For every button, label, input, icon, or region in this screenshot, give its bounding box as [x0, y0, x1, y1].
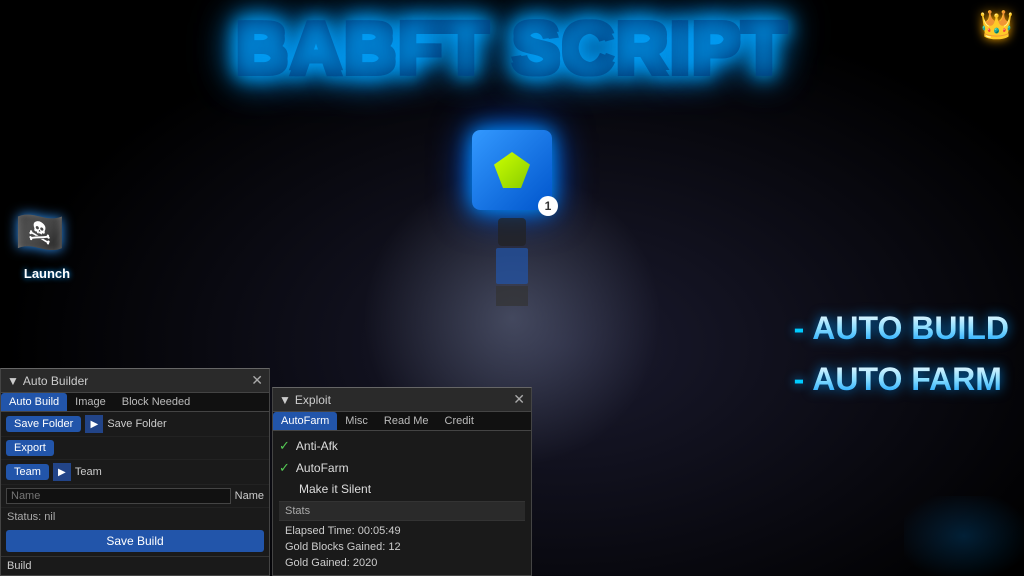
make-silent-label: Make it Silent	[299, 482, 371, 496]
exploit-tabs: AutoFarm Misc Read Me Credit	[273, 412, 531, 431]
export-row: Export	[1, 437, 269, 460]
team-value: Team	[75, 466, 102, 478]
gem-diamond	[494, 152, 530, 188]
make-silent-row: Make it Silent	[279, 479, 525, 499]
char-legs	[496, 286, 528, 306]
gold-blocks-row: Gold Blocks Gained: 12	[279, 539, 525, 555]
auto-builder-panel: ▼ Auto Builder ✕ Auto Build Image Block …	[0, 368, 270, 576]
dash-2: -	[794, 361, 805, 398]
build-label: Build	[1, 556, 269, 575]
filename-input[interactable]	[6, 488, 231, 504]
char-torso	[496, 248, 528, 284]
autofarm-label: AutoFarm	[296, 461, 349, 475]
team-btn[interactable]: Team	[6, 464, 49, 480]
tab-misc[interactable]: Misc	[337, 412, 376, 430]
character-area: 1	[472, 130, 552, 306]
export-btn[interactable]: Export	[6, 440, 54, 456]
tab-auto-build[interactable]: Auto Build	[1, 393, 67, 411]
anti-afk-label: Anti-Afk	[296, 439, 338, 453]
autofarm-check: ✓	[279, 460, 290, 476]
exploit-panel: ▼ Exploit ✕ AutoFarm Misc Read Me Credit…	[272, 387, 532, 576]
exploit-content: ✓ Anti-Afk ✓ AutoFarm Make it Silent Sta…	[273, 431, 531, 575]
save-folder-row: Save Folder ▶ Save Folder	[1, 412, 269, 437]
auto-builder-title: ▼ Auto Builder	[7, 374, 88, 388]
anti-afk-check: ✓	[279, 438, 290, 454]
launch-area[interactable]: 🏴‍☠️ Launch	[15, 209, 79, 281]
gem-badge: 1	[538, 196, 558, 216]
tab-image[interactable]: Image	[67, 393, 114, 411]
team-arrow[interactable]: ▶	[53, 463, 71, 481]
anti-afk-row: ✓ Anti-Afk	[279, 435, 525, 457]
pirate-ship-icon: 🏴‍☠️	[15, 211, 65, 255]
save-folder-arrow[interactable]: ▶	[85, 415, 103, 433]
auto-builder-tabs: Auto Build Image Block Needed	[1, 393, 269, 412]
auto-builder-close[interactable]: ✕	[251, 372, 263, 389]
gold-gained-row: Gold Gained: 2020	[279, 555, 525, 571]
auto-build-label: AUTO BUILD	[812, 310, 1009, 347]
auto-builder-titlebar: ▼ Auto Builder ✕	[1, 369, 269, 393]
team-row: Team ▶ Team	[1, 460, 269, 485]
right-labels: - AUTO BUILD - AUTO FARM	[794, 310, 1009, 398]
save-build-button[interactable]: Save Build	[6, 530, 264, 552]
filename-row: Name	[1, 485, 269, 508]
status-row: Status: nil	[1, 508, 269, 526]
tab-block-needed[interactable]: Block Needed	[114, 393, 199, 411]
tab-autofarm[interactable]: AutoFarm	[273, 412, 337, 430]
save-folder-btn[interactable]: Save Folder	[6, 416, 81, 432]
page-title: BABFT SCRIPT	[0, 8, 1024, 90]
save-folder-value: Save Folder	[107, 418, 166, 430]
tab-credit[interactable]: Credit	[437, 412, 482, 430]
launch-icon: 🏴‍☠️	[15, 209, 79, 264]
auto-farm-label: AUTO FARM	[812, 361, 1002, 398]
dash-1: -	[794, 310, 805, 347]
tab-read-me[interactable]: Read Me	[376, 412, 437, 430]
exploit-close[interactable]: ✕	[513, 391, 525, 408]
char-head	[498, 218, 526, 246]
bottom-right-decoration	[904, 496, 1024, 576]
label-auto-build: - AUTO BUILD	[794, 310, 1009, 347]
character-body	[496, 218, 528, 306]
label-auto-farm: - AUTO FARM	[794, 361, 1009, 398]
stats-header: Stats	[279, 501, 525, 521]
elapsed-time-row: Elapsed Time: 00:05:49	[279, 523, 525, 539]
exploit-title: ▼ Exploit	[279, 393, 331, 407]
filename-label: Name	[235, 490, 264, 502]
launch-label: Launch	[24, 266, 70, 281]
autofarm-row: ✓ AutoFarm	[279, 457, 525, 479]
gem-box: 1	[472, 130, 552, 210]
exploit-titlebar: ▼ Exploit ✕	[273, 388, 531, 412]
